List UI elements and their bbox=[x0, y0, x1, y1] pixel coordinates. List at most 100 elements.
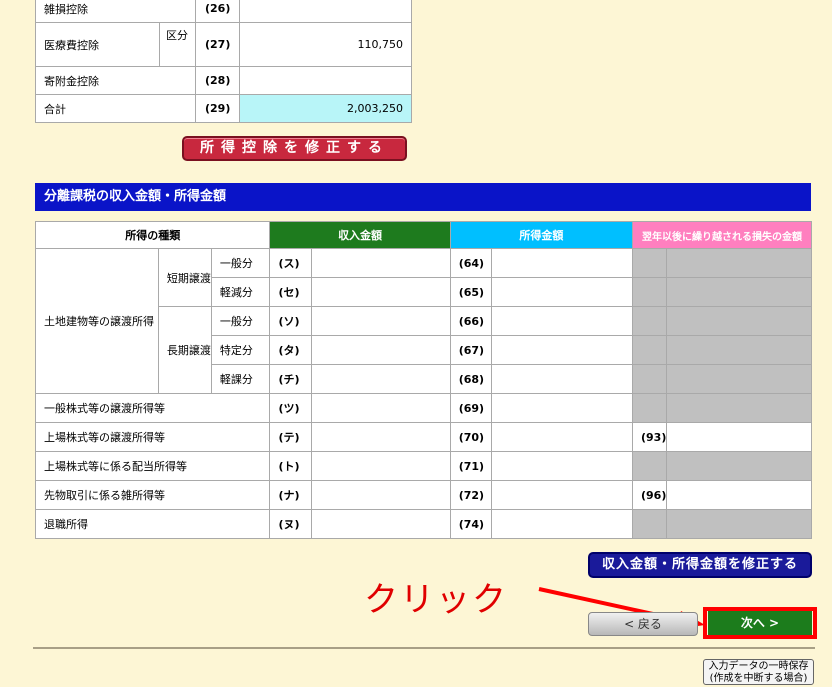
income-value bbox=[311, 451, 451, 481]
shotoku-num: (69) bbox=[449, 393, 493, 423]
highlight-frame bbox=[703, 607, 817, 639]
row-sub-label: 区分 bbox=[159, 22, 196, 67]
loss-value bbox=[666, 248, 812, 278]
loss-value bbox=[666, 335, 812, 365]
loss-num bbox=[631, 306, 668, 336]
temp-save-sublabel: (作成を中断する場合) bbox=[709, 673, 808, 684]
shotoku-num: (67) bbox=[449, 335, 493, 365]
income-value bbox=[311, 422, 451, 452]
loss-value bbox=[666, 480, 812, 510]
row-number: (28) bbox=[195, 66, 240, 95]
row-label: 雑損控除 bbox=[35, 0, 196, 23]
income-num: (テ) bbox=[269, 422, 313, 452]
shotoku-num: (66) bbox=[449, 306, 493, 336]
income-num: (ソ) bbox=[269, 306, 313, 336]
income-value bbox=[311, 509, 451, 539]
separate-income-table: 所得の種類 収入金額 所得金額 翌年以後に繰り越される損失の金額 土地建物等の譲… bbox=[34, 221, 812, 539]
back-button[interactable]: < 戻る bbox=[588, 612, 698, 636]
row-label: 先物取引に係る雑所得等 bbox=[34, 480, 271, 510]
table-row: 寄附金控除 (28) bbox=[35, 66, 412, 95]
loss-num bbox=[631, 277, 668, 307]
row-number: (27) bbox=[195, 22, 240, 67]
loss-value bbox=[666, 509, 812, 539]
shotoku-num: (72) bbox=[449, 480, 493, 510]
row-amount bbox=[239, 66, 412, 95]
total-amount: 2,003,250 bbox=[239, 94, 412, 123]
table-row: 一般株式等の譲渡所得等 (ツ) (69) bbox=[34, 393, 812, 423]
sub-label: 軽減分 bbox=[210, 277, 271, 307]
deductions-table: 雑損控除 (26) 医療費控除 区分 (27) 110,750 寄附金控除 (2… bbox=[35, 0, 412, 123]
row-label: 上場株式等に係る配当所得等 bbox=[34, 451, 271, 481]
loss-value bbox=[666, 364, 812, 394]
income-num: (チ) bbox=[269, 364, 313, 394]
land-label: 土地建物等の譲渡所得 bbox=[35, 248, 159, 394]
shotoku-value bbox=[491, 364, 633, 394]
shotoku-value bbox=[491, 248, 633, 278]
row-label: 一般株式等の譲渡所得等 bbox=[34, 393, 271, 423]
table-row: 先物取引に係る雑所得等 (ナ) (72) (96) bbox=[34, 480, 812, 510]
shotoku-num: (74) bbox=[449, 509, 493, 539]
short-term-label: 短期譲渡 bbox=[157, 248, 212, 307]
click-annotation: クリック bbox=[364, 580, 508, 620]
shotoku-num: (68) bbox=[449, 364, 493, 394]
shotoku-value bbox=[491, 393, 633, 423]
loss-num bbox=[631, 364, 668, 394]
table-row: 合計 (29) 2,003,250 bbox=[35, 94, 412, 123]
sub-label: 特定分 bbox=[210, 335, 271, 365]
row-label: 寄附金控除 bbox=[35, 66, 196, 95]
loss-value bbox=[666, 306, 812, 336]
table-row: 医療費控除 区分 (27) 110,750 bbox=[35, 22, 412, 67]
shotoku-num: (71) bbox=[449, 451, 493, 481]
divider bbox=[33, 647, 815, 649]
row-label: 合計 bbox=[35, 94, 196, 123]
loss-value bbox=[666, 277, 812, 307]
row-number: (26) bbox=[195, 0, 240, 23]
loss-value bbox=[666, 422, 812, 452]
loss-num bbox=[631, 335, 668, 365]
loss-num: (96) bbox=[631, 480, 668, 510]
loss-num bbox=[631, 393, 668, 423]
sub-label: 軽課分 bbox=[210, 364, 271, 394]
income-num: (ヌ) bbox=[269, 509, 313, 539]
shotoku-value bbox=[491, 422, 633, 452]
header-shotoku: 所得金額 bbox=[449, 221, 634, 249]
header-row: 所得の種類 収入金額 所得金額 翌年以後に繰り越される損失の金額 bbox=[34, 221, 812, 249]
long-term-label: 長期譲渡 bbox=[157, 306, 212, 394]
income-num: (ト) bbox=[269, 451, 313, 481]
income-num: (ナ) bbox=[269, 480, 313, 510]
shotoku-value bbox=[491, 451, 633, 481]
shotoku-value bbox=[491, 306, 633, 336]
shotoku-num: (70) bbox=[449, 422, 493, 452]
row-label: 退職所得 bbox=[34, 509, 271, 539]
loss-num bbox=[631, 509, 668, 539]
temp-save-label: 入力データの一時保存 bbox=[708, 661, 809, 672]
income-value bbox=[311, 393, 451, 423]
income-value bbox=[311, 277, 451, 307]
loss-num bbox=[631, 248, 668, 278]
income-num: (ス) bbox=[269, 248, 313, 278]
table-row: 上場株式等の譲渡所得等 (テ) (70) (93) bbox=[34, 422, 812, 452]
temp-save-button[interactable]: 入力データの一時保存 (作成を中断する場合) bbox=[703, 659, 814, 685]
shotoku-num: (65) bbox=[449, 277, 493, 307]
shotoku-value bbox=[491, 335, 633, 365]
shotoku-value bbox=[491, 277, 633, 307]
income-num: (セ) bbox=[269, 277, 313, 307]
row-label: 上場株式等の譲渡所得等 bbox=[34, 422, 271, 452]
modify-income-button[interactable]: 収入金額・所得金額を修正する bbox=[588, 552, 812, 578]
loss-value bbox=[666, 451, 812, 481]
shotoku-value bbox=[491, 480, 633, 510]
table-row: 退職所得 (ヌ) (74) bbox=[34, 509, 812, 539]
modify-deductions-button[interactable]: 所得控除を修正する bbox=[182, 136, 407, 161]
income-num: (タ) bbox=[269, 335, 313, 365]
table-row: 土地建物等の譲渡所得 短期譲渡 一般分 (ス) (64) bbox=[35, 248, 812, 394]
header-loss: 翌年以後に繰り越される損失の金額 bbox=[632, 221, 812, 249]
shotoku-num: (64) bbox=[449, 248, 493, 278]
income-value bbox=[311, 364, 451, 394]
row-amount: 110,750 bbox=[239, 22, 412, 67]
income-value bbox=[311, 335, 451, 365]
income-value bbox=[311, 480, 451, 510]
sub-label: 一般分 bbox=[210, 248, 271, 278]
row-label: 医療費控除 bbox=[35, 22, 160, 67]
income-value bbox=[311, 306, 451, 336]
loss-value bbox=[666, 393, 812, 423]
